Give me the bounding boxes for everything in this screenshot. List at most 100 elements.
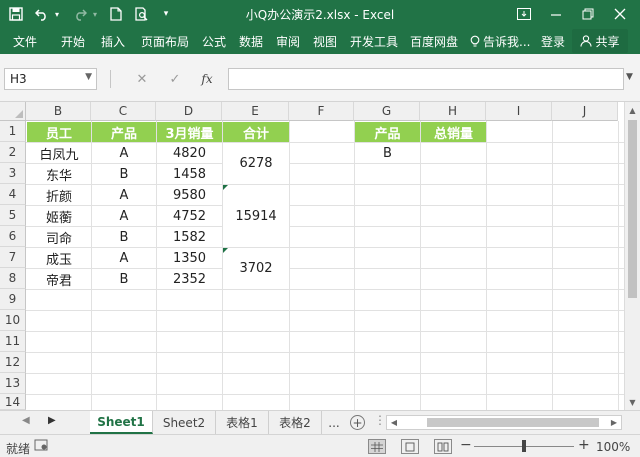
macro-record-icon[interactable]	[34, 438, 48, 455]
select-all-button[interactable]	[0, 102, 26, 121]
table-cell[interactable]: A	[92, 143, 156, 163]
table-cell[interactable]: B	[92, 164, 156, 184]
formula-input[interactable]	[228, 68, 624, 90]
new-file-icon[interactable]	[106, 4, 126, 24]
table-cell[interactable]: 东华	[27, 164, 91, 184]
table-cell[interactable]: 帝君	[27, 269, 91, 289]
login-link[interactable]: 登录	[541, 33, 565, 50]
merged-total-cell[interactable]: 6278	[223, 143, 289, 184]
table-cell[interactable]: B	[92, 227, 156, 247]
row-header[interactable]: 9	[0, 289, 26, 310]
row-header[interactable]: 8	[0, 268, 26, 289]
table-cell[interactable]: 4820	[157, 143, 222, 163]
page-layout-view-icon[interactable]	[401, 439, 419, 454]
restore-icon[interactable]	[574, 2, 602, 26]
table-cell[interactable]: B	[92, 269, 156, 289]
undo-icon[interactable]	[32, 4, 52, 24]
insert-function-button[interactable]: fx	[198, 70, 216, 88]
table-cell[interactable]: 姬蘅	[27, 206, 91, 226]
scroll-down-icon[interactable]: ▼	[625, 395, 640, 409]
sheet-tab-sheet2[interactable]: Sheet2	[153, 411, 216, 434]
table-cell[interactable]: A	[92, 248, 156, 268]
column-header[interactable]: C	[91, 102, 156, 121]
row-header[interactable]: 1	[0, 121, 26, 142]
save-icon[interactable]	[6, 4, 26, 24]
sheet-tab-sheet1[interactable]: Sheet1	[90, 411, 153, 434]
row-header[interactable]: 4	[0, 184, 26, 205]
tab-insert[interactable]: 插入	[101, 33, 125, 50]
row-header[interactable]: 2	[0, 142, 26, 163]
lookup-header-product[interactable]: 产品	[355, 122, 420, 142]
zoom-in-icon[interactable]: +	[578, 437, 590, 453]
row-header[interactable]: 5	[0, 205, 26, 226]
tab-page-layout[interactable]: 页面布局	[141, 33, 189, 50]
lookup-header-total-sales[interactable]: 总销量	[421, 122, 486, 142]
column-header[interactable]: E	[222, 102, 289, 121]
more-sheets-button[interactable]: ...	[322, 411, 346, 434]
chevron-down-icon[interactable]: ▼	[626, 72, 633, 82]
column-header[interactable]: H	[420, 102, 486, 121]
scroll-up-icon[interactable]: ▲	[625, 103, 640, 117]
table-cell[interactable]: 折颜	[27, 185, 91, 205]
close-icon[interactable]	[606, 2, 634, 26]
undo-dropdown-icon[interactable]: ▾	[52, 4, 62, 24]
table-cell[interactable]: A	[92, 206, 156, 226]
normal-view-icon[interactable]	[368, 439, 386, 454]
table-cell[interactable]: 2352	[157, 269, 222, 289]
share-button[interactable]: 共享	[572, 29, 628, 53]
enter-icon[interactable]: ✓	[166, 70, 184, 88]
scroll-thumb[interactable]	[628, 120, 637, 298]
redo-dropdown-icon[interactable]: ▾	[90, 4, 100, 24]
tab-developer[interactable]: 开发工具	[350, 33, 398, 50]
scroll-thumb[interactable]	[427, 418, 599, 427]
chevron-left-icon[interactable]: ◀	[22, 415, 30, 426]
table-cell[interactable]: 1350	[157, 248, 222, 268]
header-cell-product[interactable]: 产品	[92, 122, 156, 142]
scroll-right-icon[interactable]: ▶	[607, 416, 621, 429]
merged-total-cell[interactable]: 3702	[223, 248, 289, 289]
row-header[interactable]: 6	[0, 226, 26, 247]
tab-formulas[interactable]: 公式	[202, 33, 226, 50]
sheet-tab-table1[interactable]: 表格1	[216, 411, 269, 434]
row-header[interactable]: 7	[0, 247, 26, 268]
sheet-tab-table2[interactable]: 表格2	[269, 411, 322, 434]
page-break-view-icon[interactable]	[434, 439, 452, 454]
print-preview-icon[interactable]	[132, 4, 152, 24]
header-cell-march-sales[interactable]: 3月销量	[157, 122, 222, 142]
add-sheet-icon[interactable]: +	[350, 415, 365, 430]
row-header[interactable]: 3	[0, 163, 26, 184]
column-header[interactable]: J	[552, 102, 618, 121]
redo-icon[interactable]	[70, 4, 90, 24]
name-box[interactable]: H3 ▼	[4, 68, 97, 90]
chevron-right-icon[interactable]: ▶	[48, 415, 56, 426]
zoom-out-icon[interactable]: −	[460, 437, 472, 453]
worksheet-grid[interactable]: B C D E F G H I J 1 2 3 4 5 6 7 8 9 10 1…	[0, 102, 624, 410]
vertical-scrollbar[interactable]: ▲ ▼	[624, 102, 640, 410]
header-cell-employee[interactable]: 员工	[27, 122, 91, 142]
drag-handle-icon[interactable]: ⋮	[374, 413, 386, 427]
row-header[interactable]: 11	[0, 331, 26, 352]
row-header[interactable]: 12	[0, 352, 26, 373]
column-header[interactable]: D	[156, 102, 222, 121]
tell-me-box[interactable]: 告诉我...	[470, 33, 530, 50]
tab-home[interactable]: 开始	[61, 33, 85, 50]
lookup-total-cell[interactable]	[421, 143, 486, 163]
table-cell[interactable]: A	[92, 185, 156, 205]
table-cell[interactable]: 4752	[157, 206, 222, 226]
tab-file[interactable]: 文件	[13, 33, 37, 50]
minimize-icon[interactable]	[542, 2, 570, 26]
ribbon-display-icon[interactable]	[510, 2, 538, 26]
table-cell[interactable]: 1458	[157, 164, 222, 184]
chevron-down-icon[interactable]: ▼	[85, 72, 92, 82]
tab-view[interactable]: 视图	[313, 33, 337, 50]
tab-review[interactable]: 审阅	[276, 33, 300, 50]
column-header[interactable]: I	[486, 102, 552, 121]
merged-total-cell[interactable]: 15914	[223, 185, 289, 247]
zoom-slider-thumb[interactable]	[522, 440, 526, 452]
column-header[interactable]: G	[354, 102, 420, 121]
row-header[interactable]: 10	[0, 310, 26, 331]
horizontal-scrollbar[interactable]: ◀ ▶	[386, 415, 622, 430]
zoom-level[interactable]: 100%	[596, 440, 630, 454]
table-cell[interactable]: 1582	[157, 227, 222, 247]
scroll-left-icon[interactable]: ◀	[387, 416, 401, 429]
